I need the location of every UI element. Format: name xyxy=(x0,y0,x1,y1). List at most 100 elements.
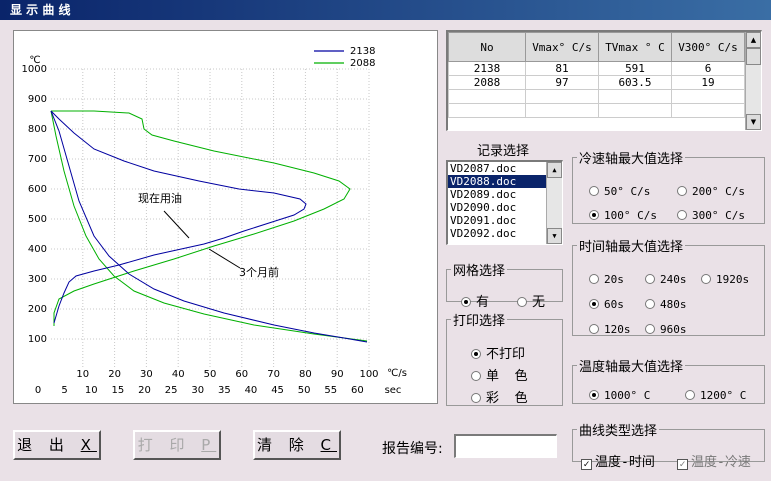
bottom-x-tick-label: 20 xyxy=(138,385,151,396)
top-x-tick-label: 70 xyxy=(267,369,280,380)
curve-type-group: 曲线类型选择 ✓ 温度-时间 ✓ 温度-冷速 xyxy=(572,420,765,470)
list-item[interactable]: VD2090.doc xyxy=(448,201,562,214)
curve-type-label: 曲线类型选择 xyxy=(579,424,658,439)
table-row-empty xyxy=(448,103,745,118)
list-item[interactable]: VD2091.doc xyxy=(448,214,562,227)
cool-100-radio[interactable]: 100° C/s xyxy=(589,209,657,222)
records-list[interactable]: VD2087.doc VD2088.doc VD2089.doc VD2090.… xyxy=(446,160,563,245)
temp-rate-checkbox[interactable]: ✓ 温度-冷速 xyxy=(677,451,751,470)
top-x-tick-label: 30 xyxy=(140,369,153,380)
table-row[interactable]: 2088 97 603.5 19 xyxy=(448,75,745,90)
cell: 2138 xyxy=(448,61,526,76)
cool-50-radio[interactable]: 50° C/s xyxy=(589,185,650,198)
y-unit-label: ℃ xyxy=(29,55,40,66)
cool-200-radio[interactable]: 200° C/s xyxy=(677,185,745,198)
time-240s-radio[interactable]: 240s xyxy=(645,273,687,286)
temp-1000-radio[interactable]: 1000° C xyxy=(589,389,650,402)
grid-select-label: 网格选择 xyxy=(453,264,506,279)
results-table-panel: No Vmax° C/s TVmax ° C V300° C/s 2138 81… xyxy=(446,30,762,131)
series-2088-temp-rate-line xyxy=(51,110,351,326)
cool-axis-label: 冷速轴最大值选择 xyxy=(579,152,684,167)
temp-time-checkbox[interactable]: ✓ 温度-时间 xyxy=(581,451,655,470)
grid-off-radio[interactable]: 无 xyxy=(517,291,545,310)
temp-axis-label: 温度轴最大值选择 xyxy=(579,360,684,375)
cell: 6 xyxy=(671,61,745,76)
table-row[interactable]: 2138 81 591 6 xyxy=(448,61,745,76)
radio-icon xyxy=(589,274,599,284)
top-x-unit-label: ℃/s xyxy=(387,368,407,379)
col-no: No xyxy=(448,32,526,62)
radio-icon xyxy=(645,299,655,309)
annotation-leader xyxy=(208,248,241,269)
top-x-tick-label: 20 xyxy=(108,369,121,380)
checkmark-icon: ✓ xyxy=(677,459,688,470)
radio-checked-icon xyxy=(461,297,471,307)
y-tick-label: 100 xyxy=(28,334,47,345)
top-x-tick-label: 40 xyxy=(172,369,185,380)
bottom-x-tick-label: 40 xyxy=(245,385,258,396)
y-tick-label: 400 xyxy=(28,244,47,255)
print-none-radio[interactable]: 不打印 xyxy=(471,343,525,362)
time-20s-radio[interactable]: 20s xyxy=(589,273,624,286)
col-v300: V300° C/s xyxy=(671,32,745,62)
records-scrollbar[interactable]: ▲ ▼ xyxy=(546,162,562,244)
scroll-thumb[interactable] xyxy=(746,48,761,65)
list-item[interactable]: VD2089.doc xyxy=(448,188,562,201)
radio-checked-icon xyxy=(589,299,599,309)
series-2138-temp-time-line xyxy=(50,110,368,343)
time-960s-radio[interactable]: 960s xyxy=(645,323,687,336)
print-mono-radio[interactable]: 单 色 xyxy=(471,365,528,384)
cell: 81 xyxy=(525,61,599,76)
scroll-down-icon[interactable]: ▼ xyxy=(547,228,562,244)
print-select-group: 打印选择 不打印 单 色 彩 色 xyxy=(446,310,563,406)
annotation-leader xyxy=(163,210,190,239)
bottom-x-tick-label: 30 xyxy=(191,385,204,396)
radio-icon xyxy=(471,393,481,403)
radio-icon xyxy=(685,390,695,400)
y-tick-label: 700 xyxy=(28,154,47,165)
bottom-x-tick-label: 60 xyxy=(351,385,364,396)
cell: 2088 xyxy=(448,75,526,90)
cell: 603.5 xyxy=(598,75,672,90)
series-2088-temp-time-line xyxy=(50,110,368,342)
cell: 591 xyxy=(598,61,672,76)
print-color-radio[interactable]: 彩 色 xyxy=(471,387,528,406)
time-1920s-radio[interactable]: 1920s xyxy=(701,273,749,286)
time-60s-radio[interactable]: 60s xyxy=(589,298,624,311)
report-number-input[interactable] xyxy=(454,434,557,458)
scroll-down-icon[interactable]: ▼ xyxy=(746,114,761,130)
table-scrollbar[interactable]: ▲ ▼ xyxy=(745,32,761,130)
table-row-empty xyxy=(448,89,745,104)
print-button[interactable]: 打 印 P xyxy=(133,430,221,460)
exit-button[interactable]: 退 出 X xyxy=(13,430,101,460)
grid-on-radio[interactable]: 有 xyxy=(461,291,489,310)
list-item[interactable]: VD2092.doc xyxy=(448,227,562,240)
temp-1200-radio[interactable]: 1200° C xyxy=(685,389,746,402)
report-number-label: 报告编号: xyxy=(382,441,443,457)
scroll-up-icon[interactable]: ▲ xyxy=(746,32,761,48)
time-480s-radio[interactable]: 480s xyxy=(645,298,687,311)
time-120s-radio[interactable]: 120s xyxy=(589,323,631,336)
y-tick-label: 500 xyxy=(28,214,47,225)
bottom-x-tick-label: 55 xyxy=(324,385,337,396)
grid-select-group: 网格选择 有 无 xyxy=(446,260,563,310)
bottom-x-unit-label: sec xyxy=(385,385,402,396)
clear-button[interactable]: 清 除 C xyxy=(253,430,341,460)
col-tvmax: TVmax ° C xyxy=(598,32,672,62)
checkmark-icon: ✓ xyxy=(581,459,592,470)
radio-checked-icon xyxy=(589,390,599,400)
list-item[interactable]: VD2087.doc xyxy=(448,162,562,175)
bottom-x-tick-label: 15 xyxy=(111,385,124,396)
list-item-selected[interactable]: VD2088.doc xyxy=(448,175,562,188)
curve-chart: 100090080070060050040030020010010 20 30 40 5… xyxy=(22,46,407,396)
radio-icon xyxy=(645,274,655,284)
scroll-up-icon[interactable]: ▲ xyxy=(547,162,562,178)
curve-plot: 1000 900 800 700 600 500 400 300 200 100 10 20 30 40 5… xyxy=(13,30,438,404)
time-axis-label: 时间轴最大值选择 xyxy=(579,240,684,255)
top-x-tick-label: 90 xyxy=(331,369,344,380)
top-x-tick-label: 50 xyxy=(204,369,217,380)
results-table: No Vmax° C/s TVmax ° C V300° C/s 2138 81… xyxy=(448,32,745,118)
cool-300-radio[interactable]: 300° C/s xyxy=(677,209,745,222)
legend-label: 2138 xyxy=(350,46,375,57)
radio-icon xyxy=(677,186,687,196)
